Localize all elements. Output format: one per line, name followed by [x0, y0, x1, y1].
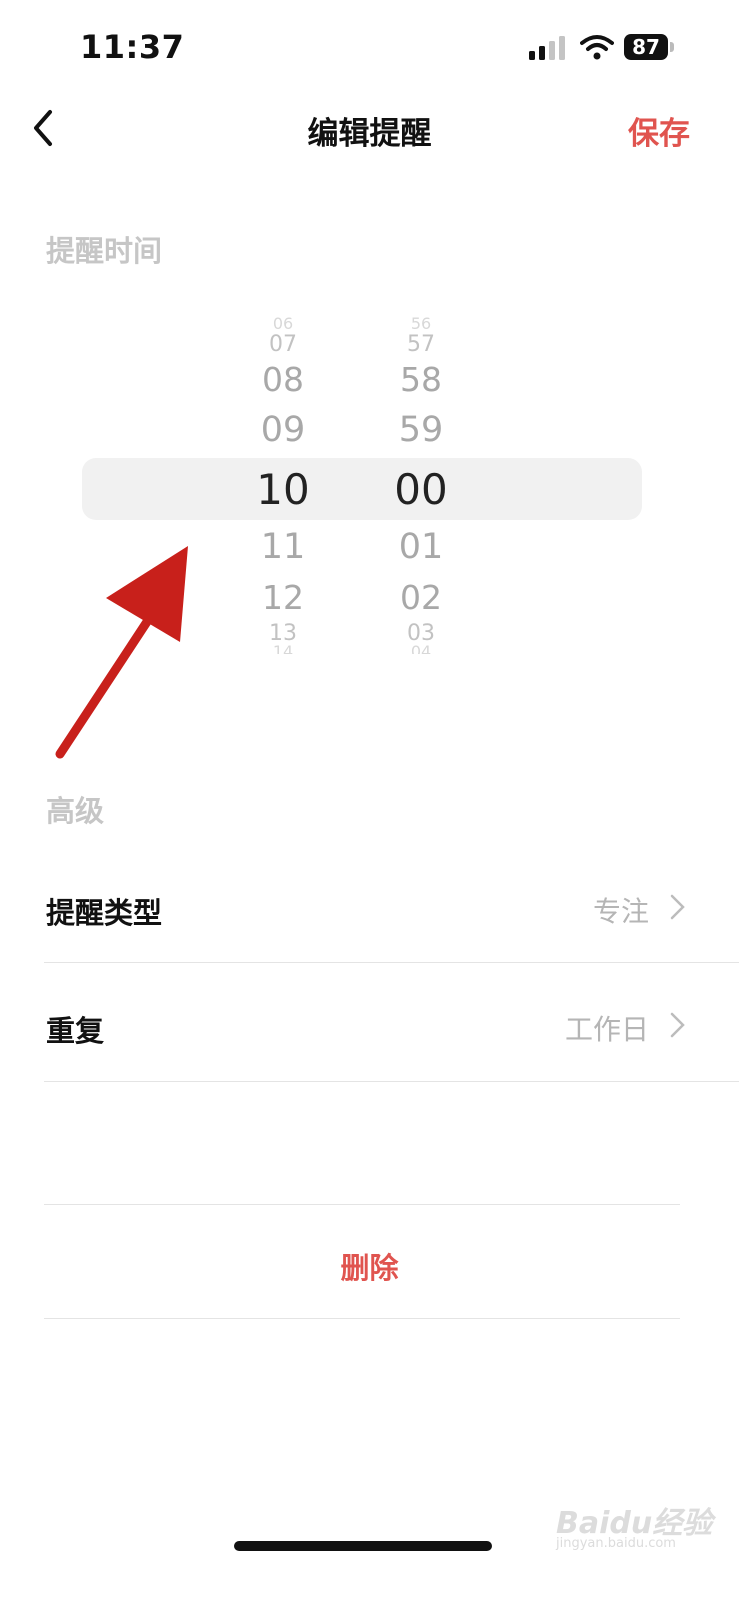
section-title-reminder-time: 提醒时间 [46, 234, 163, 268]
reminder-type-label: 提醒类型 [46, 896, 163, 930]
minute-option[interactable]: 59 [361, 410, 481, 450]
divider [44, 1081, 739, 1082]
battery-level: 87 [632, 35, 660, 59]
wifi-icon [580, 35, 614, 60]
battery-icon: 87 [624, 34, 676, 62]
home-indicator[interactable] [234, 1541, 492, 1551]
repeat-label: 重复 [46, 1014, 105, 1048]
hour-option[interactable]: 12 [223, 578, 343, 617]
minute-option[interactable]: 04 [361, 642, 481, 654]
repeat-row[interactable]: 重复 工作日 [0, 980, 739, 1080]
divider [44, 1204, 680, 1205]
minute-selected[interactable]: 00 [361, 465, 481, 514]
minute-wheel[interactable]: 56 57 58 59 00 01 02 03 04 [361, 314, 481, 660]
section-title-advanced: 高级 [46, 794, 105, 828]
divider [44, 962, 739, 963]
hour-option[interactable]: 06 [223, 314, 343, 333]
repeat-value: 工作日 [564, 1013, 649, 1046]
delete-button[interactable]: 删除 [0, 1245, 739, 1287]
minute-option[interactable]: 58 [361, 360, 481, 399]
divider [44, 1318, 680, 1319]
cellular-signal-icon [529, 36, 565, 60]
hour-option[interactable]: 09 [223, 410, 343, 450]
save-button[interactable]: 保存 [628, 108, 690, 153]
reminder-type-value: 专注 [592, 895, 649, 928]
hour-selected[interactable]: 10 [223, 465, 343, 514]
annotation-arrow-icon [55, 546, 188, 759]
minute-option[interactable]: 57 [361, 332, 481, 357]
hour-option[interactable]: 08 [223, 360, 343, 399]
minute-option[interactable]: 02 [361, 578, 481, 617]
hour-option[interactable]: 07 [223, 332, 343, 357]
chevron-right-icon [670, 1012, 685, 1038]
minute-option[interactable]: 56 [361, 314, 481, 333]
chevron-right-icon [670, 894, 685, 920]
status-time: 11:37 [80, 28, 185, 66]
minute-option[interactable]: 01 [361, 527, 481, 567]
hour-wheel[interactable]: 06 07 08 09 10 11 12 13 14 [223, 314, 343, 660]
reminder-type-row[interactable]: 提醒类型 专注 [0, 860, 739, 960]
hour-option[interactable]: 14 [223, 642, 343, 654]
hour-option[interactable]: 11 [223, 527, 343, 567]
watermark-url: jingyan.baidu.com [556, 1536, 676, 1551]
